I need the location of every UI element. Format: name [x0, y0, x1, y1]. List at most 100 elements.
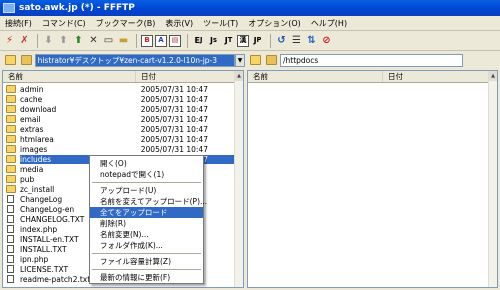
column-date[interactable]: 日付	[383, 71, 489, 82]
file-icon	[7, 195, 14, 203]
context-menu-item[interactable]: notepadで開く(1)	[90, 169, 203, 180]
file-date: 2005/07/31 10:47	[140, 144, 208, 154]
file-date: 2005/07/31 10:47	[140, 94, 208, 104]
app-icon	[3, 3, 15, 13]
delete-icon[interactable]: ✕	[87, 34, 100, 48]
local-path-dropdown-icon[interactable]: ▼	[235, 53, 245, 67]
upload-icon[interactable]: ⬆	[57, 34, 70, 48]
file-row[interactable]: cache 2005/07/31 10:47	[3, 94, 235, 104]
menu-separator	[92, 182, 201, 183]
menu-item-4[interactable]: ツール(T)	[198, 18, 243, 29]
menu-item-3[interactable]: 表示(V)	[160, 18, 198, 29]
remote-folder-icon[interactable]	[250, 55, 261, 65]
file-date: 2005/07/31 10:47	[140, 114, 208, 124]
context-menu-item[interactable]: 名前を変えてアップロード(P)...	[90, 196, 207, 207]
title-bar: sato.awk.jp (*) - FFFTP	[0, 0, 500, 16]
folder-icon	[6, 165, 16, 173]
jis-icon[interactable]: Js	[207, 34, 220, 48]
file-date: 2005/07/31 10:47	[140, 124, 208, 134]
menu-bar: 接続(F) コマンド(C) ブックマーク(B) 表示(V) ツール(T) オプション(O)…	[0, 16, 500, 31]
menu-separator	[92, 269, 201, 270]
context-menu-item[interactable]: 名前変更(N)...	[90, 229, 203, 240]
menu-item-1[interactable]: コマンド(C)	[37, 18, 91, 29]
file-row[interactable]: download 2005/07/31 10:47	[3, 104, 235, 114]
file-row[interactable]: htmlarea 2005/07/31 10:47	[3, 134, 235, 144]
local-scrollbar[interactable]: ▲	[234, 71, 243, 287]
column-name[interactable]: 名前	[248, 71, 383, 82]
folder-icon	[6, 135, 16, 143]
file-name: email	[20, 114, 41, 124]
folder-icon	[6, 145, 16, 153]
binary-mode-icon[interactable]: B	[141, 34, 153, 47]
folder-icon	[6, 125, 16, 133]
file-row[interactable]: admin 2005/07/31 10:47	[3, 84, 235, 94]
local-path-input[interactable]: histrator¥デスクトップ¥zen-cart-v1.2.0-l10n-jp…	[34, 53, 236, 67]
column-date[interactable]: 日付	[136, 71, 235, 82]
list-view-icon[interactable]: ☰	[290, 34, 303, 48]
menu-item-0[interactable]: 接続(F)	[0, 18, 37, 29]
file-date: 2005/07/31 10:47	[140, 134, 208, 144]
menu-item-6[interactable]: ヘルプ(H)	[306, 18, 352, 29]
toolbar-separator	[270, 33, 271, 48]
remote-file-pane[interactable]: 名前 日付 ▲	[247, 70, 498, 288]
context-menu-item[interactable]: 開く(O)	[90, 158, 203, 169]
remote-column-header: 名前 日付	[248, 71, 497, 83]
remote-up-folder-icon[interactable]	[266, 55, 277, 65]
file-icon	[7, 215, 14, 223]
file-name: extras	[20, 124, 44, 134]
ascii-mode-icon[interactable]: A	[155, 34, 167, 47]
remote-path-input[interactable]: /httpdocs	[280, 53, 463, 67]
auto-mode-icon[interactable]: ▤	[169, 34, 181, 47]
remote-path-bar: /httpdocs	[245, 52, 500, 68]
toolbar-separator	[37, 33, 38, 48]
file-date: 2005/07/31 10:47	[140, 104, 208, 114]
column-name[interactable]: 名前	[3, 71, 136, 82]
context-menu-item[interactable]: 最新の情報に更新(F)	[90, 272, 203, 283]
folder-icon	[6, 155, 16, 163]
context-menu-item[interactable]: フォルダ作成(K)...	[90, 240, 203, 251]
sync-icon[interactable]: ⇅	[305, 34, 318, 48]
folder-icon	[6, 85, 16, 93]
file-row[interactable]: images 2005/07/31 10:47	[3, 144, 235, 154]
menu-separator	[92, 253, 201, 254]
file-row[interactable]: extras 2005/07/31 10:47	[3, 124, 235, 134]
case-icon[interactable]: JP	[251, 34, 264, 48]
folder-icon	[6, 115, 16, 123]
disconnect-icon[interactable]: ✗	[18, 34, 31, 48]
file-icon	[7, 275, 14, 283]
rename-icon[interactable]: ▭	[102, 34, 115, 48]
file-date: 2005/07/31 10:47	[140, 84, 208, 94]
connect-icon[interactable]: ⚡	[3, 34, 16, 48]
file-icon	[7, 205, 14, 213]
context-menu-item[interactable]: アップロード(U)	[90, 185, 203, 196]
local-folder-icon[interactable]	[5, 55, 16, 65]
eucjp-icon[interactable]: EJ	[192, 34, 205, 48]
scroll-up-icon[interactable]: ▲	[489, 71, 497, 81]
file-icon	[7, 235, 14, 243]
mkdir-icon[interactable]: ▬	[117, 34, 130, 48]
file-name: cache	[20, 94, 43, 104]
file-name: admin	[20, 84, 44, 94]
window-title: sato.awk.jp (*) - FFFTP	[19, 3, 135, 13]
context-menu-item[interactable]: 全てをアップロード	[90, 207, 203, 218]
remote-scrollbar[interactable]: ▲	[488, 71, 497, 287]
file-icon	[7, 245, 14, 253]
stop-icon[interactable]: ⊘	[320, 34, 333, 48]
scroll-up-icon[interactable]: ▲	[235, 71, 243, 81]
menu-item-5[interactable]: オプション(O)	[243, 18, 306, 29]
local-up-folder-icon[interactable]	[20, 55, 32, 65]
file-row[interactable]: email 2005/07/31 10:47	[3, 114, 235, 124]
file-name: images	[20, 144, 48, 154]
file-name: download	[20, 104, 57, 114]
context-menu-item[interactable]: ファイル容量計算(Z)	[90, 256, 203, 267]
folder-icon	[6, 95, 16, 103]
menu-item-2[interactable]: ブックマーク(B)	[91, 18, 161, 29]
up-level-icon[interactable]: ⬆	[72, 34, 85, 48]
context-menu-item[interactable]: 削除(R)	[90, 218, 203, 229]
sjis-icon[interactable]: JT	[222, 34, 235, 48]
file-name: htmlarea	[20, 134, 54, 144]
kanji-icon[interactable]: 漢	[237, 34, 249, 47]
refresh-icon[interactable]: ↺	[275, 34, 288, 48]
download-icon[interactable]: ⬇	[42, 34, 55, 48]
local-path-bar: histrator¥デスクトップ¥zen-cart-v1.2.0-l10n-jp…	[0, 52, 245, 68]
